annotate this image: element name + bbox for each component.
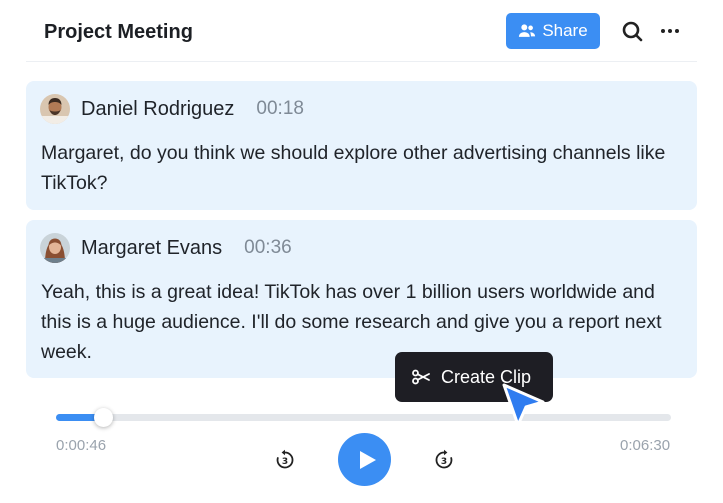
message-text: Yeah, this is a great idea! TikTok has o… bbox=[41, 281, 662, 363]
more-dot-icon bbox=[675, 29, 679, 33]
message-text: Margaret, do you think we should explore… bbox=[41, 142, 666, 194]
avatar bbox=[40, 233, 70, 263]
speaker-name: Margaret Evans bbox=[81, 236, 223, 259]
cursor-pointer-icon bbox=[502, 383, 545, 427]
timestamp[interactable]: 00:36 bbox=[244, 237, 292, 259]
more-options-button[interactable] bbox=[658, 20, 682, 42]
more-dot-icon bbox=[661, 29, 665, 33]
forward-seconds-label: 3 bbox=[441, 457, 447, 467]
users-icon bbox=[519, 24, 536, 37]
page-title: Project Meeting bbox=[44, 21, 193, 43]
speaker-row: Margaret Evans 00:36 bbox=[40, 233, 292, 263]
scissors-icon bbox=[412, 369, 430, 385]
avatar-man-icon bbox=[40, 94, 70, 124]
progress-track[interactable] bbox=[56, 408, 671, 427]
share-button-label: Share bbox=[542, 21, 588, 40]
current-time: 0:00:46 bbox=[56, 437, 107, 454]
speaker-row: Daniel Rodriguez 00:18 bbox=[40, 94, 304, 124]
total-time: 0:06:30 bbox=[620, 437, 671, 454]
search-icon[interactable] bbox=[621, 20, 643, 42]
transcript-entry[interactable]: Margaret Evans 00:36 Yeah, this is a gre… bbox=[26, 220, 697, 378]
forward-3-icon[interactable]: 3 bbox=[432, 448, 456, 472]
header: Project Meeting Share bbox=[26, 0, 697, 62]
speaker-name: Daniel Rodriguez bbox=[81, 97, 235, 120]
transcript-entry[interactable]: Daniel Rodriguez 00:18 Margaret, do you … bbox=[26, 81, 697, 210]
more-dot-icon bbox=[668, 29, 672, 33]
progress-handle[interactable] bbox=[94, 408, 113, 427]
timestamp[interactable]: 00:18 bbox=[256, 98, 304, 120]
share-button[interactable]: Share bbox=[506, 13, 600, 49]
rewind-seconds-label: 3 bbox=[282, 457, 288, 467]
avatar-woman-icon bbox=[40, 233, 70, 263]
play-button[interactable] bbox=[338, 433, 391, 486]
avatar bbox=[40, 94, 70, 124]
play-icon bbox=[359, 450, 376, 469]
meeting-player: Project Meeting Share Daniel Rodriguez 0… bbox=[0, 0, 723, 503]
rewind-3-icon[interactable]: 3 bbox=[273, 448, 297, 472]
